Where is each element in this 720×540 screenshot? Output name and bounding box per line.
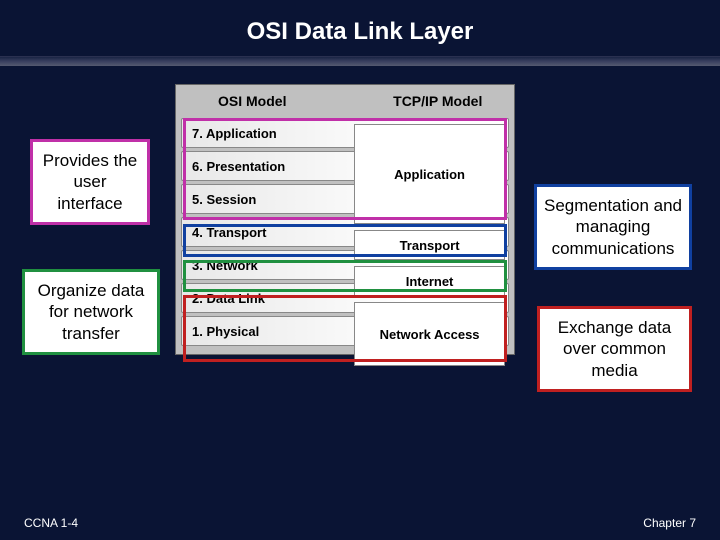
callout-user-interface: Provides the user interface: [30, 139, 150, 225]
tcpip-network-access: Network Access: [354, 302, 505, 366]
title-divider: [0, 56, 720, 66]
callout-segmentation: Segmentation and managing communications: [534, 184, 692, 270]
tcpip-transport: Transport: [354, 230, 505, 260]
tcpip-application: Application: [354, 124, 505, 224]
tcpip-internet: Internet: [354, 266, 505, 296]
footer-left: CCNA 1-4: [24, 516, 78, 530]
footer: CCNA 1-4 Chapter 7: [0, 516, 720, 530]
header-tcpip: TCP/IP Model: [373, 93, 504, 109]
callout-exchange-data: Exchange data over common media: [537, 306, 692, 392]
tcpip-stack: Application Transport Internet Network A…: [354, 118, 505, 369]
osi-tcpip-diagram: OSI Model TCP/IP Model 7. Application 6.…: [175, 84, 515, 355]
content-area: Provides the user interface Organize dat…: [0, 84, 720, 484]
footer-right: Chapter 7: [643, 516, 696, 530]
header-osi: OSI Model: [187, 93, 318, 109]
slide-title: OSI Data Link Layer: [0, 0, 720, 56]
callout-organize-data: Organize data for network transfer: [22, 269, 160, 355]
